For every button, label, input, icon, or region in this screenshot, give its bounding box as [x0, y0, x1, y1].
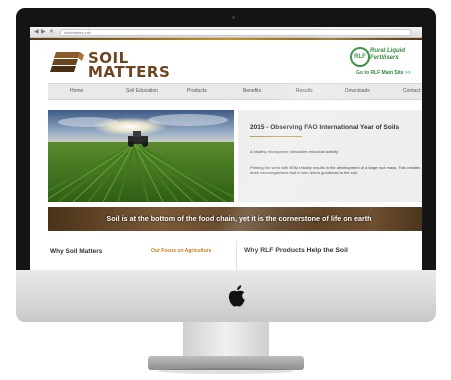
nav-item-downloads[interactable]: Downloads	[345, 84, 370, 99]
link-focus-on-agriculture[interactable]: Our Focus on Agriculture	[151, 248, 211, 254]
hero-title: 2015 - Observing FAO International Year …	[250, 124, 400, 131]
rlf-logo-badge[interactable]: RLF	[350, 47, 370, 67]
back-icon[interactable]: ◀	[34, 28, 39, 36]
hero-title-underline	[250, 136, 302, 137]
close-icon[interactable]: ✕	[49, 28, 54, 36]
hero-paragraph-2: Priming the seed with BSM reliably resul…	[250, 165, 421, 175]
nav-item-soil-education[interactable]: Soil Education	[126, 84, 158, 99]
logo-text-matters[interactable]: MATTERS	[88, 65, 170, 80]
rlf-name-line1: Rural Liquid	[370, 48, 405, 54]
soil-layers-logo-icon[interactable]	[50, 50, 84, 74]
apple-logo-icon	[228, 285, 245, 307]
nav-item-home[interactable]: Home	[70, 84, 83, 99]
camera-dot	[232, 16, 235, 19]
browser-toolbar: ◀ ▶ ✕ soilmatters.info	[30, 27, 422, 38]
nav-item-results[interactable]: Results	[296, 84, 313, 99]
heading-why-rlf-products[interactable]: Why RLF Products Help the Soil	[244, 247, 348, 254]
rlf-link-arrow[interactable]: >>	[405, 70, 411, 76]
nav-item-benefits[interactable]: Benefits	[243, 84, 261, 99]
hero-paragraph-1: A healthy rhizosphere stimulates microbi…	[250, 149, 339, 154]
rlf-main-site-link[interactable]: Go to RLF Main Site	[356, 70, 404, 76]
nav-item-contact[interactable]: Contact	[403, 84, 420, 99]
nav-item-products[interactable]: Products	[187, 84, 207, 99]
stand-shadow	[158, 368, 294, 374]
header-top-rule	[30, 38, 422, 40]
rlf-name-line2: Fertilisers	[370, 55, 399, 61]
screen: ◀ ▶ ✕ soilmatters.info SOIL MATTERS RLF …	[30, 27, 422, 270]
soil-banner-text: Soil is at the bottom of the food chain,…	[106, 214, 372, 223]
heading-why-soil-matters[interactable]: Why Soil Matters	[50, 248, 102, 255]
address-bar[interactable]: soilmatters.info	[60, 29, 411, 36]
forward-icon[interactable]: ▶	[41, 28, 46, 36]
hero-field-image	[48, 110, 234, 202]
main-nav: Home Soil Education Products Benefits Re…	[48, 83, 422, 100]
column-divider	[236, 241, 237, 270]
monitor-stand-neck	[183, 322, 269, 360]
